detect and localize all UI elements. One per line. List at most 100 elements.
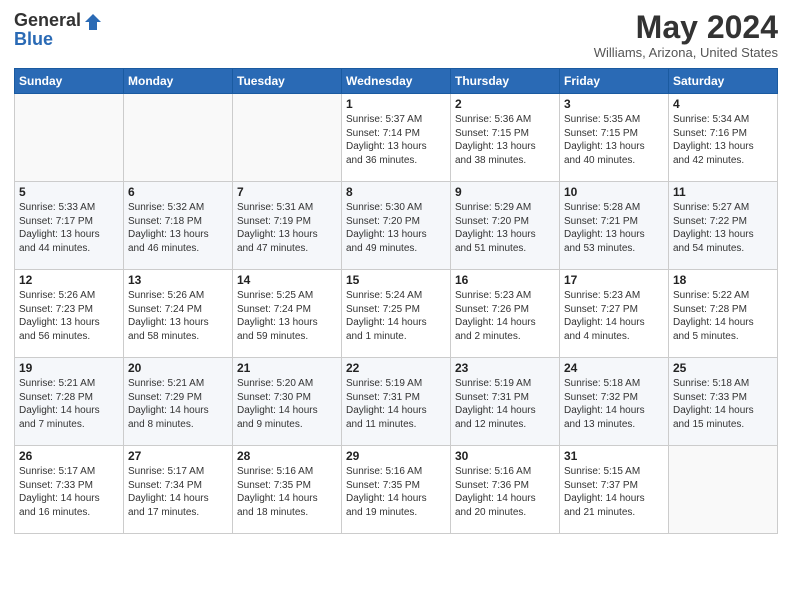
day-number: 10 [564,185,664,199]
day-info: Sunrise: 5:35 AMSunset: 7:15 PMDaylight:… [564,113,664,167]
day-info: Sunrise: 5:29 AMSunset: 7:20 PMDaylight:… [455,201,555,255]
day-number: 14 [237,273,337,287]
calendar-cell: 22 Sunrise: 5:19 AMSunset: 7:31 PMDayligh… [342,358,451,446]
calendar-week-3: 12 Sunrise: 5:26 AMSunset: 7:23 PMDayligh… [15,270,778,358]
day-info: Sunrise: 5:24 AMSunset: 7:25 PMDaylight:… [346,289,446,343]
calendar-cell: 4 Sunrise: 5:34 AMSunset: 7:16 PMDaylight… [669,94,778,182]
day-number: 21 [237,361,337,375]
col-saturday: Saturday [669,69,778,94]
calendar-header-row: Sunday Monday Tuesday Wednesday Thursday… [15,69,778,94]
calendar-cell: 23 Sunrise: 5:19 AMSunset: 7:31 PMDayligh… [451,358,560,446]
day-number: 20 [128,361,228,375]
col-monday: Monday [124,69,233,94]
calendar-week-5: 26 Sunrise: 5:17 AMSunset: 7:33 PMDayligh… [15,446,778,534]
day-number: 8 [346,185,446,199]
day-info: Sunrise: 5:21 AMSunset: 7:29 PMDaylight:… [128,377,228,431]
calendar-cell: 13 Sunrise: 5:26 AMSunset: 7:24 PMDayligh… [124,270,233,358]
calendar-cell: 7 Sunrise: 5:31 AMSunset: 7:19 PMDaylight… [233,182,342,270]
logo: General Blue [14,10,103,50]
day-info: Sunrise: 5:32 AMSunset: 7:18 PMDaylight:… [128,201,228,255]
calendar-cell: 1Sunrise: 5:37 AMSunset: 7:14 PMDaylight… [342,94,451,182]
calendar-cell [669,446,778,534]
calendar-cell: 28Sunrise: 5:16 AMSunset: 7:35 PMDayligh… [233,446,342,534]
day-info: Sunrise: 5:36 AMSunset: 7:15 PMDaylight:… [455,113,555,167]
day-number: 18 [673,273,773,287]
calendar-cell: 31 Sunrise: 5:15 AMSunset: 7:37 PMDayligh… [560,446,669,534]
header: General Blue May 2024 Williams, Arizona,… [14,10,778,60]
col-friday: Friday [560,69,669,94]
day-info: Sunrise: 5:17 AMSunset: 7:34 PMDaylight:… [128,465,228,519]
day-info: Sunrise: 5:33 AMSunset: 7:17 PMDaylight:… [19,201,119,255]
day-number: 24 [564,361,664,375]
day-info: Sunrise: 5:30 AMSunset: 7:20 PMDaylight:… [346,201,446,255]
day-number: 23 [455,361,555,375]
day-number: 22 [346,361,446,375]
calendar-cell: 11Sunrise: 5:27 AMSunset: 7:22 PMDayligh… [669,182,778,270]
calendar-cell: 10 Sunrise: 5:28 AMSunset: 7:21 PMDayligh… [560,182,669,270]
calendar-cell: 19Sunrise: 5:21 AMSunset: 7:28 PMDayligh… [15,358,124,446]
calendar-week-4: 19Sunrise: 5:21 AMSunset: 7:28 PMDayligh… [15,358,778,446]
day-info: Sunrise: 5:17 AMSunset: 7:33 PMDaylight:… [19,465,119,519]
calendar-cell: 20 Sunrise: 5:21 AMSunset: 7:29 PMDayligh… [124,358,233,446]
day-info: Sunrise: 5:21 AMSunset: 7:28 PMDaylight:… [19,377,119,431]
day-number: 15 [346,273,446,287]
calendar-cell: 26 Sunrise: 5:17 AMSunset: 7:33 PMDayligh… [15,446,124,534]
logo-icon [83,12,103,32]
day-number: 27 [128,449,228,463]
day-info: Sunrise: 5:27 AMSunset: 7:22 PMDaylight:… [673,201,773,255]
day-info: Sunrise: 5:31 AMSunset: 7:19 PMDaylight:… [237,201,337,255]
day-number: 4 [673,97,773,111]
day-info: Sunrise: 5:26 AMSunset: 7:23 PMDaylight:… [19,289,119,343]
day-info: Sunrise: 5:28 AMSunset: 7:21 PMDaylight:… [564,201,664,255]
logo-general: General [14,11,81,31]
day-number: 2 [455,97,555,111]
col-sunday: Sunday [15,69,124,94]
day-info: Sunrise: 5:26 AMSunset: 7:24 PMDaylight:… [128,289,228,343]
calendar-cell: 17 Sunrise: 5:23 AMSunset: 7:27 PMDayligh… [560,270,669,358]
day-number: 12 [19,273,119,287]
day-number: 17 [564,273,664,287]
logo-text: General Blue [14,10,103,50]
calendar-cell: 2 Sunrise: 5:36 AMSunset: 7:15 PMDaylight… [451,94,560,182]
day-info: Sunrise: 5:15 AMSunset: 7:37 PMDaylight:… [564,465,664,519]
calendar-cell: 3Sunrise: 5:35 AMSunset: 7:15 PMDaylight… [560,94,669,182]
calendar-week-2: 5Sunrise: 5:33 AMSunset: 7:17 PMDaylight… [15,182,778,270]
day-info: Sunrise: 5:19 AMSunset: 7:31 PMDaylight:… [455,377,555,431]
page: General Blue May 2024 Williams, Arizona,… [0,0,792,612]
col-wednesday: Wednesday [342,69,451,94]
day-info: Sunrise: 5:19 AMSunset: 7:31 PMDaylight:… [346,377,446,431]
day-number: 13 [128,273,228,287]
col-thursday: Thursday [451,69,560,94]
day-info: Sunrise: 5:20 AMSunset: 7:30 PMDaylight:… [237,377,337,431]
day-number: 16 [455,273,555,287]
calendar-week-1: 1Sunrise: 5:37 AMSunset: 7:14 PMDaylight… [15,94,778,182]
calendar-cell: 12 Sunrise: 5:26 AMSunset: 7:23 PMDayligh… [15,270,124,358]
day-number: 9 [455,185,555,199]
day-number: 26 [19,449,119,463]
day-number: 6 [128,185,228,199]
logo-blue: Blue [14,30,103,50]
month-title: May 2024 [594,10,778,45]
calendar-cell [233,94,342,182]
day-info: Sunrise: 5:22 AMSunset: 7:28 PMDaylight:… [673,289,773,343]
day-info: Sunrise: 5:16 AMSunset: 7:36 PMDaylight:… [455,465,555,519]
day-number: 30 [455,449,555,463]
day-number: 1 [346,97,446,111]
calendar-cell: 24Sunrise: 5:18 AMSunset: 7:32 PMDayligh… [560,358,669,446]
col-tuesday: Tuesday [233,69,342,94]
day-info: Sunrise: 5:34 AMSunset: 7:16 PMDaylight:… [673,113,773,167]
day-info: Sunrise: 5:23 AMSunset: 7:27 PMDaylight:… [564,289,664,343]
day-number: 31 [564,449,664,463]
calendar-cell: 30 Sunrise: 5:16 AMSunset: 7:36 PMDayligh… [451,446,560,534]
day-number: 7 [237,185,337,199]
calendar-cell: 16 Sunrise: 5:23 AMSunset: 7:26 PMDayligh… [451,270,560,358]
day-info: Sunrise: 5:23 AMSunset: 7:26 PMDaylight:… [455,289,555,343]
day-info: Sunrise: 5:18 AMSunset: 7:33 PMDaylight:… [673,377,773,431]
calendar-cell: 14 Sunrise: 5:25 AMSunset: 7:24 PMDayligh… [233,270,342,358]
calendar-cell: 21 Sunrise: 5:20 AMSunset: 7:30 PMDayligh… [233,358,342,446]
title-block: May 2024 Williams, Arizona, United State… [594,10,778,60]
day-info: Sunrise: 5:25 AMSunset: 7:24 PMDaylight:… [237,289,337,343]
calendar-cell: 25Sunrise: 5:18 AMSunset: 7:33 PMDayligh… [669,358,778,446]
calendar-cell [124,94,233,182]
calendar-cell: 8 Sunrise: 5:30 AMSunset: 7:20 PMDaylight… [342,182,451,270]
